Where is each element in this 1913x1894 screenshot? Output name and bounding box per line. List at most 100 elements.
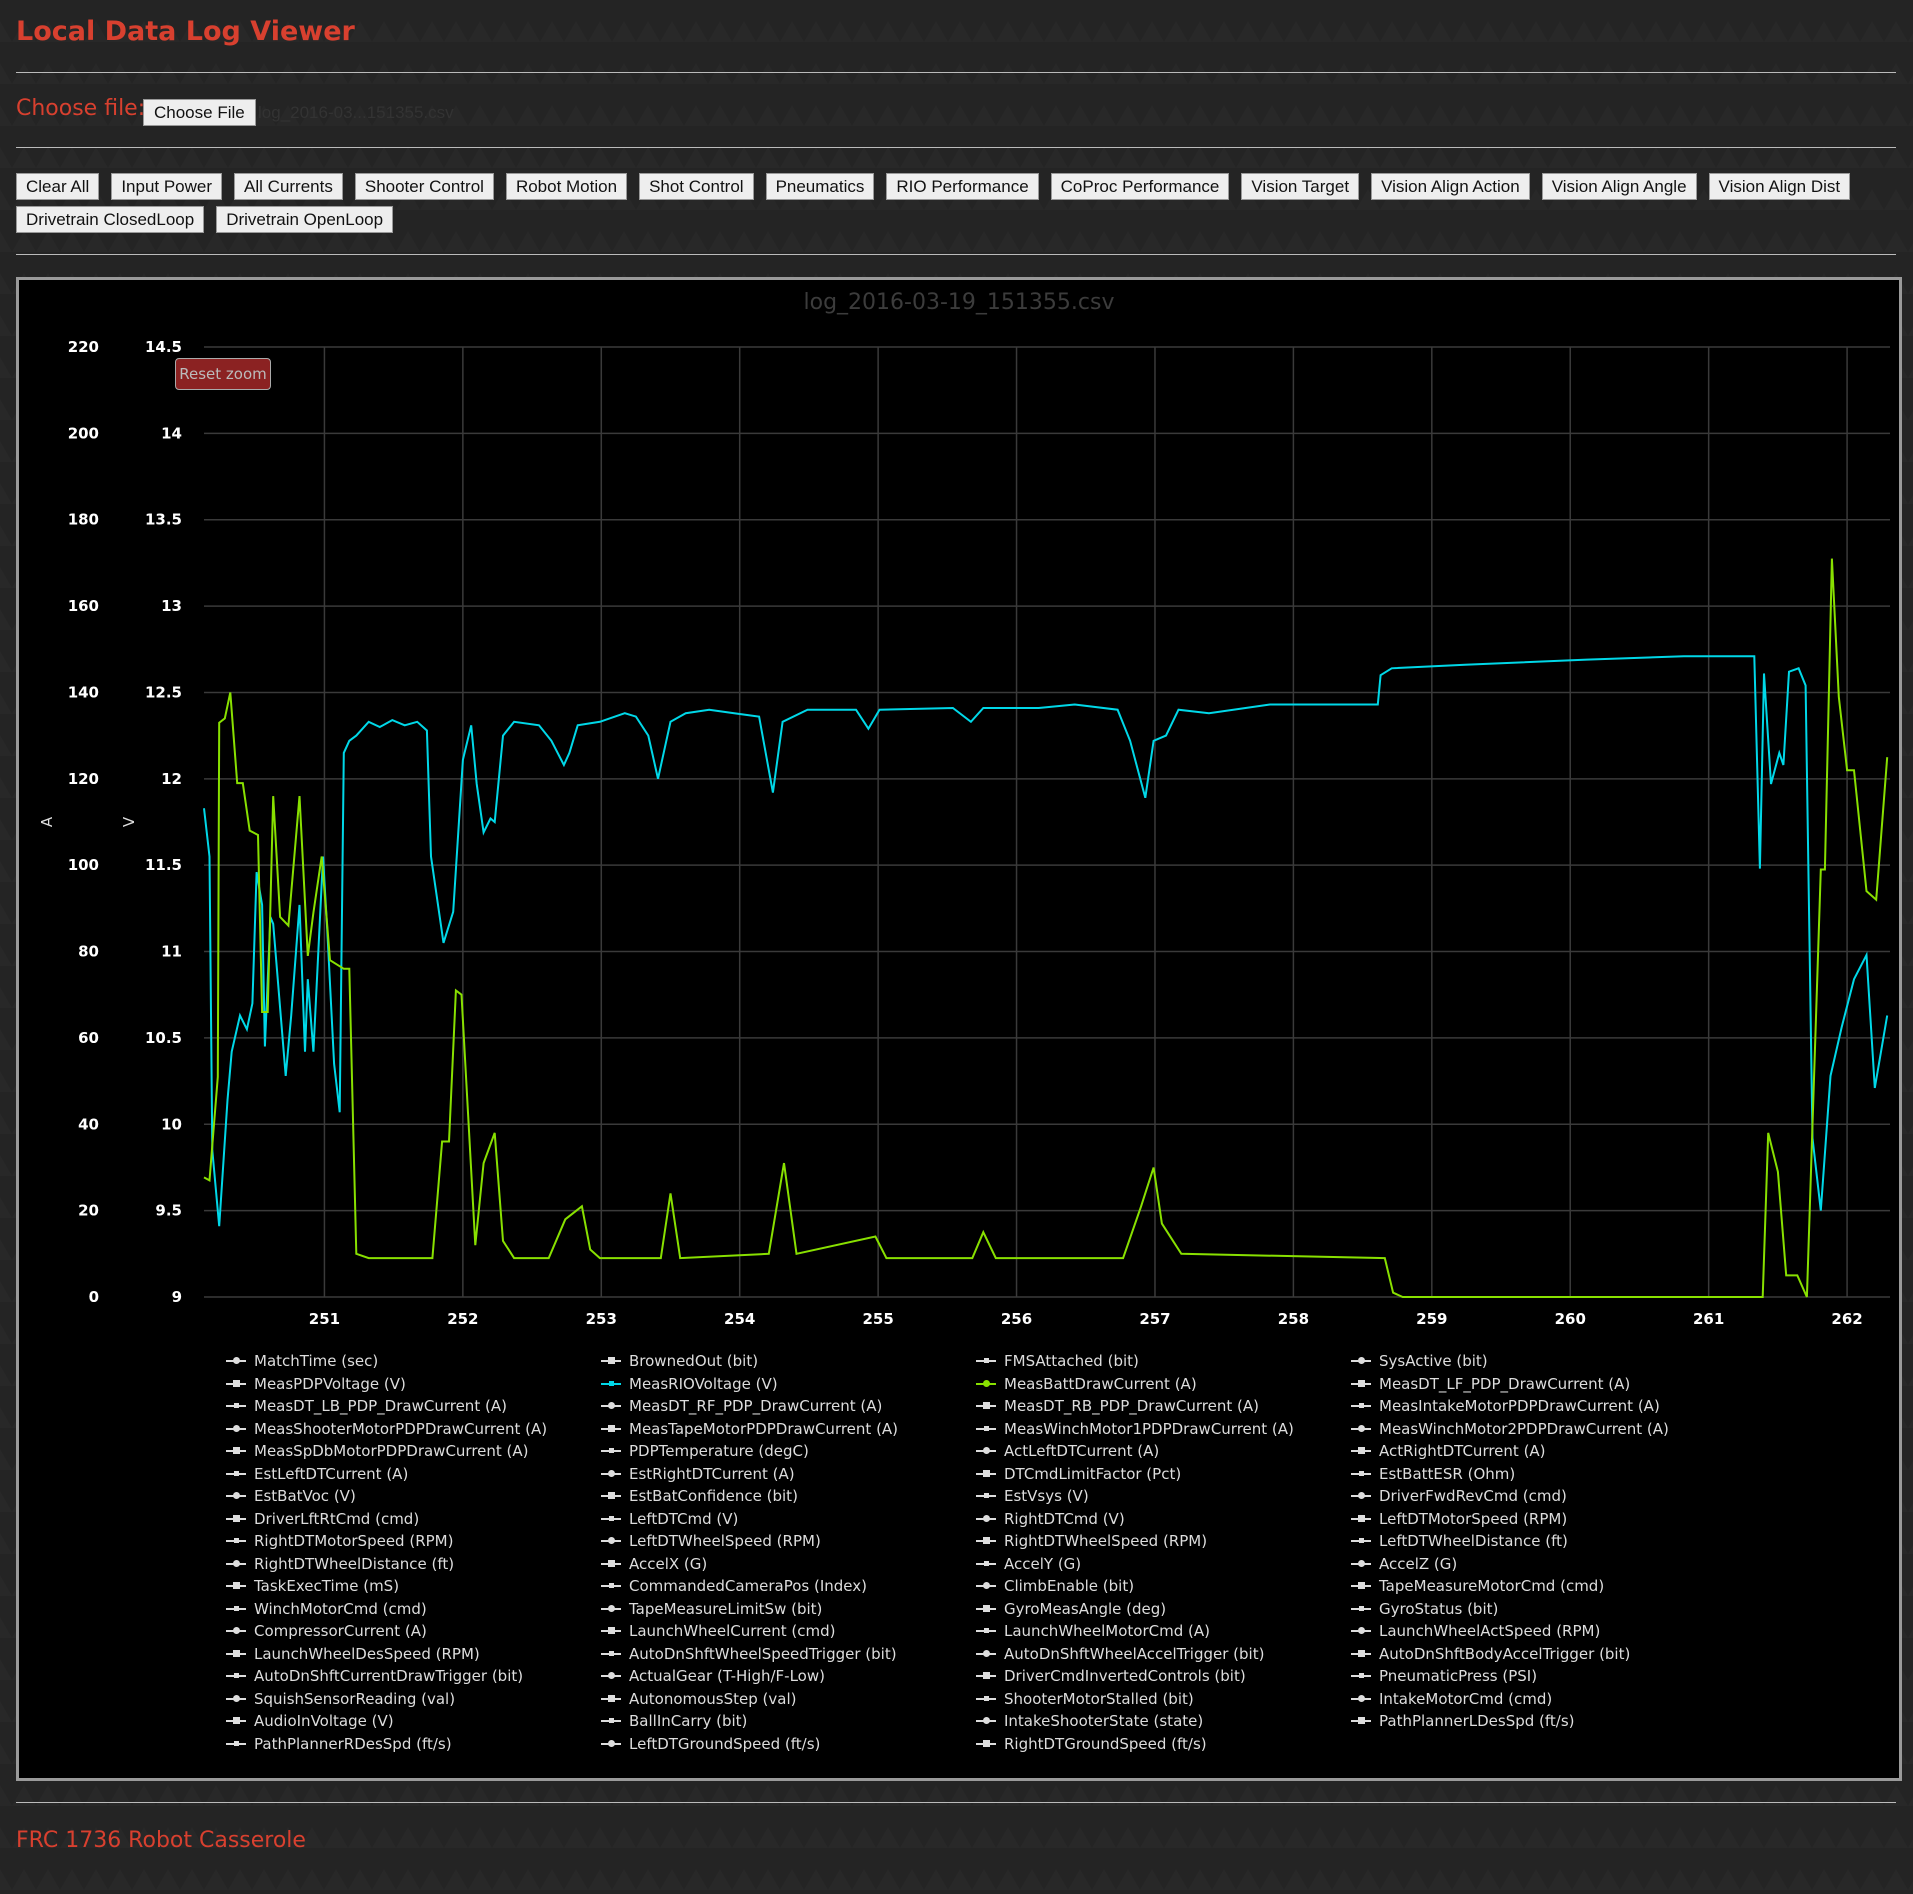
- legend-item[interactable]: LeftDTWheelDistance (ft): [1351, 1532, 1726, 1551]
- preset-button-vision-align-angle[interactable]: Vision Align Angle: [1541, 173, 1697, 200]
- legend-item[interactable]: PneumaticPress (PSI): [1351, 1667, 1726, 1686]
- legend-item[interactable]: RightDTWheelSpeed (RPM): [976, 1532, 1351, 1551]
- legend-item[interactable]: CompressorCurrent (A): [226, 1622, 601, 1641]
- legend-item[interactable]: MeasTapeMotorPDPDrawCurrent (A): [601, 1420, 976, 1439]
- legend-label: LeftDTWheelDistance (ft): [1379, 1532, 1568, 1551]
- preset-button-drivetrain-closedloop[interactable]: Drivetrain ClosedLoop: [16, 206, 205, 233]
- legend-item[interactable]: EstBattESR (Ohm): [1351, 1465, 1726, 1484]
- legend-item[interactable]: SysActive (bit): [1351, 1352, 1726, 1371]
- reset-zoom-button[interactable]: Reset zoom: [175, 358, 271, 390]
- legend-item[interactable]: AutoDnShftCurrentDrawTrigger (bit): [226, 1667, 601, 1686]
- legend-item[interactable]: SquishSensorReading (val): [226, 1690, 601, 1709]
- preset-button-clear-all[interactable]: Clear All: [16, 173, 100, 200]
- legend-item[interactable]: DriverFwdRevCmd (cmd): [1351, 1487, 1726, 1506]
- legend-item[interactable]: PathPlannerLDesSpd (ft/s): [1351, 1712, 1726, 1731]
- legend-item[interactable]: CommandedCameraPos (Index): [601, 1577, 976, 1596]
- legend-marker-icon: [601, 1515, 621, 1521]
- legend-marker-icon: [601, 1718, 621, 1724]
- legend-item[interactable]: ClimbEnable (bit): [976, 1577, 1351, 1596]
- legend-label: AutonomousStep (val): [629, 1689, 797, 1708]
- legend-item[interactable]: RightDTCmd (V): [976, 1510, 1351, 1529]
- legend-label: PneumaticPress (PSI): [1379, 1667, 1538, 1686]
- legend-item[interactable]: AccelZ (G): [1351, 1555, 1726, 1574]
- legend-item[interactable]: EstLeftDTCurrent (A): [226, 1465, 601, 1484]
- legend-item[interactable]: MeasBattDrawCurrent (A): [976, 1375, 1351, 1394]
- legend-item[interactable]: DTCmdLimitFactor (Pct): [976, 1465, 1351, 1484]
- preset-button-pneumatics[interactable]: Pneumatics: [765, 173, 875, 200]
- legend-item[interactable]: FMSAttached (bit): [976, 1352, 1351, 1371]
- preset-button-rio-performance[interactable]: RIO Performance: [886, 173, 1039, 200]
- choose-file-button[interactable]: Choose File: [143, 99, 256, 126]
- preset-button-vision-target[interactable]: Vision Target: [1241, 173, 1360, 200]
- legend-item[interactable]: MeasShooterMotorPDPDrawCurrent (A): [226, 1420, 601, 1439]
- preset-button-coproc-performance[interactable]: CoProc Performance: [1050, 173, 1230, 200]
- preset-button-input-power[interactable]: Input Power: [111, 173, 223, 200]
- legend-item[interactable]: WinchMotorCmd (cmd): [226, 1600, 601, 1619]
- legend-item[interactable]: LeftDTGroundSpeed (ft/s): [601, 1735, 976, 1754]
- legend-item[interactable]: MeasDT_RB_PDP_DrawCurrent (A): [976, 1397, 1351, 1416]
- legend-item[interactable]: IntakeMotorCmd (cmd): [1351, 1690, 1726, 1709]
- legend-item[interactable]: AccelX (G): [601, 1555, 976, 1574]
- legend-item[interactable]: DriverCmdInvertedControls (bit): [976, 1667, 1351, 1686]
- legend-item[interactable]: PDPTemperature (degC): [601, 1442, 976, 1461]
- legend-item[interactable]: LeftDTMotorSpeed (RPM): [1351, 1510, 1726, 1529]
- preset-button-shooter-control[interactable]: Shooter Control: [354, 173, 494, 200]
- legend-item[interactable]: EstRightDTCurrent (A): [601, 1465, 976, 1484]
- legend-item[interactable]: DriverLftRtCmd (cmd): [226, 1510, 601, 1529]
- legend-item[interactable]: LaunchWheelCurrent (cmd): [601, 1622, 976, 1641]
- legend-item[interactable]: MeasIntakeMotorPDPDrawCurrent (A): [1351, 1397, 1726, 1416]
- legend-item[interactable]: LaunchWheelDesSpeed (RPM): [226, 1645, 601, 1664]
- legend-item[interactable]: ActualGear (T-High/F-Low): [601, 1667, 976, 1686]
- legend-label: IntakeShooterState (state): [1004, 1712, 1204, 1731]
- legend-item[interactable]: EstBatVoc (V): [226, 1487, 601, 1506]
- legend-label: AccelX (G): [629, 1554, 708, 1573]
- legend-item[interactable]: PathPlannerRDesSpd (ft/s): [226, 1735, 601, 1754]
- legend-item[interactable]: LaunchWheelMotorCmd (A): [976, 1622, 1351, 1641]
- legend-item[interactable]: MeasPDPVoltage (V): [226, 1375, 601, 1394]
- legend-item[interactable]: AutoDnShftBodyAccelTrigger (bit): [1351, 1645, 1726, 1664]
- legend-label: LaunchWheelMotorCmd (A): [1004, 1622, 1210, 1641]
- legend-item[interactable]: TaskExecTime (mS): [226, 1577, 601, 1596]
- preset-button-shot-control[interactable]: Shot Control: [639, 173, 754, 200]
- legend-item[interactable]: RightDTMotorSpeed (RPM): [226, 1532, 601, 1551]
- preset-button-vision-align-dist[interactable]: Vision Align Dist: [1708, 173, 1851, 200]
- legend-item[interactable]: ShooterMotorStalled (bit): [976, 1690, 1351, 1709]
- legend-item[interactable]: MeasDT_LF_PDP_DrawCurrent (A): [1351, 1375, 1726, 1394]
- legend-item[interactable]: LeftDTWheelSpeed (RPM): [601, 1532, 976, 1551]
- legend-item[interactable]: TapeMeasureLimitSw (bit): [601, 1600, 976, 1619]
- legend-item[interactable]: AudioInVoltage (V): [226, 1712, 601, 1731]
- legend-item[interactable]: ActRightDTCurrent (A): [1351, 1442, 1726, 1461]
- chart-plot[interactable]: 251 252 253 254 255 256 257 258 259 260 261 262 0 9 20…: [19, 280, 1899, 1340]
- legend-item[interactable]: ActLeftDTCurrent (A): [976, 1442, 1351, 1461]
- legend-item[interactable]: BrownedOut (bit): [601, 1352, 976, 1371]
- legend-item[interactable]: GyroMeasAngle (deg): [976, 1600, 1351, 1619]
- legend-label: GyroStatus (bit): [1379, 1599, 1499, 1618]
- legend-item[interactable]: LaunchWheelActSpeed (RPM): [1351, 1622, 1726, 1641]
- legend-item[interactable]: RightDTWheelDistance (ft): [226, 1555, 601, 1574]
- legend-item[interactable]: MeasDT_RF_PDP_DrawCurrent (A): [601, 1397, 976, 1416]
- legend-item[interactable]: GyroStatus (bit): [1351, 1600, 1726, 1619]
- legend-item[interactable]: MeasRIOVoltage (V): [601, 1375, 976, 1394]
- legend-item[interactable]: MeasSpDbMotorPDPDrawCurrent (A): [226, 1442, 601, 1461]
- legend-item[interactable]: BallInCarry (bit): [601, 1712, 976, 1731]
- preset-button-robot-motion[interactable]: Robot Motion: [505, 173, 628, 200]
- preset-button-drivetrain-openloop[interactable]: Drivetrain OpenLoop: [216, 206, 394, 233]
- preset-button-vision-align-action[interactable]: Vision Align Action: [1371, 173, 1530, 200]
- legend-item[interactable]: IntakeShooterState (state): [976, 1712, 1351, 1731]
- legend-item[interactable]: AccelY (G): [976, 1555, 1351, 1574]
- legend-item[interactable]: EstBatConfidence (bit): [601, 1487, 976, 1506]
- legend-item[interactable]: MeasWinchMotor2PDPDrawCurrent (A): [1351, 1420, 1726, 1439]
- legend-item[interactable]: RightDTGroundSpeed (ft/s): [976, 1735, 1351, 1754]
- legend-item[interactable]: EstVsys (V): [976, 1487, 1351, 1506]
- legend-item[interactable]: LeftDTCmd (V): [601, 1510, 976, 1529]
- chart[interactable]: 251 252 253 254 255 256 257 258 259 260 261 262 0 9 20…: [16, 277, 1902, 1781]
- legend-item[interactable]: AutoDnShftWheelAccelTrigger (bit): [976, 1645, 1351, 1664]
- legend-item[interactable]: MeasDT_LB_PDP_DrawCurrent (A): [226, 1397, 601, 1416]
- legend-label: EstRightDTCurrent (A): [629, 1464, 795, 1483]
- preset-button-all-currents[interactable]: All Currents: [234, 173, 343, 200]
- legend-item[interactable]: MatchTime (sec): [226, 1352, 601, 1371]
- legend-item[interactable]: TapeMeasureMotorCmd (cmd): [1351, 1577, 1726, 1596]
- legend-item[interactable]: MeasWinchMotor1PDPDrawCurrent (A): [976, 1420, 1351, 1439]
- legend-item[interactable]: AutonomousStep (val): [601, 1690, 976, 1709]
- legend-item[interactable]: AutoDnShftWheelSpeedTrigger (bit): [601, 1645, 976, 1664]
